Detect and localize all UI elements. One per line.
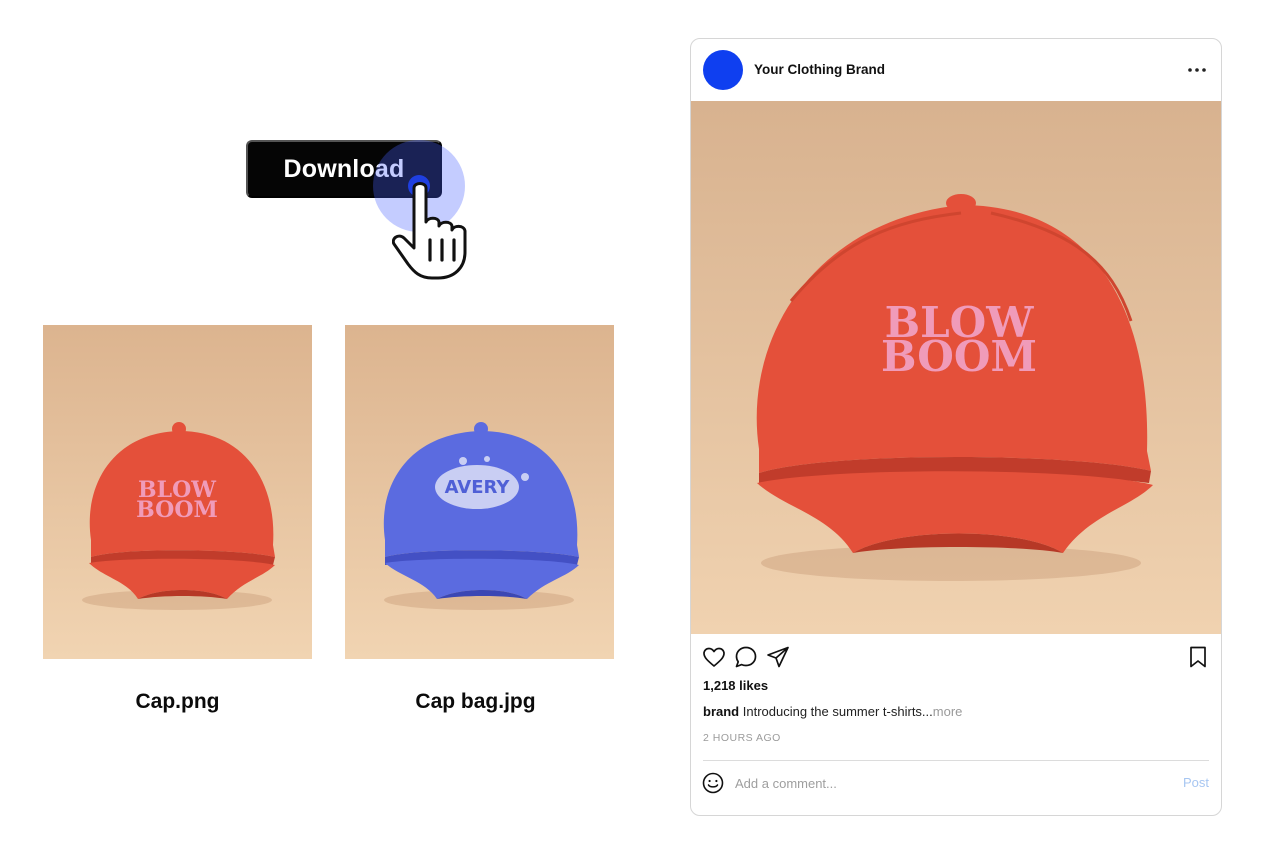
file-thumbnail-cap-bag-jpg[interactable]: AVERY — [345, 325, 614, 659]
likes-count: 1,218 likes — [703, 678, 769, 693]
hand-pointer-icon — [392, 182, 467, 280]
post-brand-name[interactable]: Your Clothing Brand — [754, 62, 885, 77]
social-post-card: Your Clothing Brand BLOW BOOM 1,218 like… — [690, 38, 1222, 816]
avatar[interactable] — [703, 50, 743, 90]
comment-icon[interactable] — [733, 644, 759, 670]
comment-input[interactable] — [735, 773, 1135, 793]
smiley-icon[interactable] — [701, 771, 725, 795]
post-comment-button[interactable]: Post — [1183, 775, 1209, 790]
more-horizontal-icon[interactable] — [1186, 59, 1208, 81]
file-thumbnail-cap-png[interactable]: BLOW BOOM — [43, 325, 312, 659]
bookmark-icon[interactable] — [1185, 644, 1211, 670]
caption-username[interactable]: brand — [703, 704, 739, 719]
post-caption: brand Introducing the summer t-shirts...… — [703, 704, 962, 719]
post-timestamp: 2 HOURS AGO — [703, 732, 781, 744]
svg-text:AVERY: AVERY — [445, 477, 511, 498]
caption-text: Introducing the summer t-shirts... — [742, 704, 933, 719]
svg-text:BOOM: BOOM — [136, 497, 218, 523]
file-label: Cap.png — [135, 690, 220, 713]
file-label: Cap bag.jpg — [415, 690, 536, 713]
caption-more-link[interactable]: more — [933, 704, 963, 719]
send-icon[interactable] — [765, 644, 791, 670]
divider — [703, 760, 1209, 761]
heart-icon[interactable] — [701, 644, 727, 670]
svg-text:BOOM: BOOM — [881, 332, 1037, 381]
post-image[interactable]: BLOW BOOM — [691, 101, 1221, 634]
